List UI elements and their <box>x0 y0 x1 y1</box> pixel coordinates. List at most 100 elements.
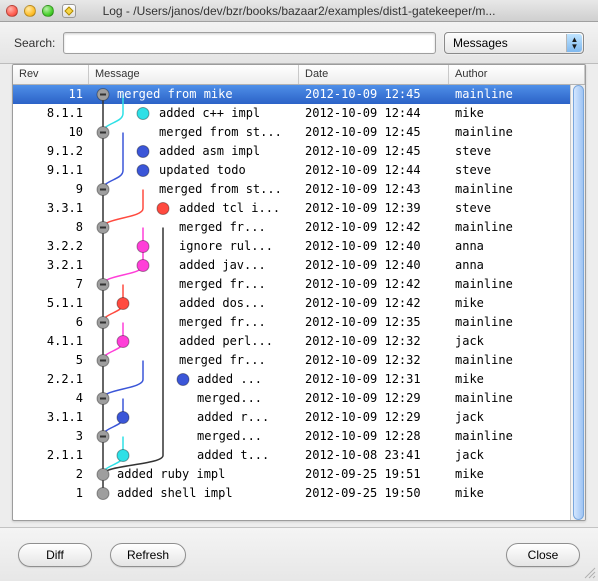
table-row[interactable]: 2.1.1added t...2012-10-08 23:41jack <box>13 446 570 465</box>
filter-selected-label: Messages <box>453 36 508 50</box>
cell-message: added jav... <box>89 256 299 275</box>
scrollbar-thumb[interactable] <box>573 85 584 520</box>
cell-rev: 8 <box>13 218 89 237</box>
cell-date: 2012-10-09 12:42 <box>299 275 449 294</box>
vertical-scrollbar[interactable] <box>570 85 585 520</box>
cell-author: mainline <box>449 351 570 370</box>
cell-date: 2012-10-09 12:44 <box>299 161 449 180</box>
message-text: added dos... <box>179 294 266 313</box>
col-date[interactable]: Date <box>299 65 449 84</box>
cell-rev: 4.1.1 <box>13 332 89 351</box>
message-text: added shell impl <box>117 484 233 503</box>
cell-author: mainline <box>449 389 570 408</box>
table-row[interactable]: 4.1.1added perl...2012-10-09 12:32jack <box>13 332 570 351</box>
cell-message: merged from st... <box>89 180 299 199</box>
cell-message: merged fr... <box>89 218 299 237</box>
cell-message: updated todo <box>89 161 299 180</box>
resize-grip-icon[interactable] <box>582 565 596 579</box>
message-text: added r... <box>197 408 269 427</box>
table-row[interactable]: 10merged from st...2012-10-09 12:45mainl… <box>13 123 570 142</box>
cell-rev: 5 <box>13 351 89 370</box>
cell-rev: 5.1.1 <box>13 294 89 313</box>
table-row[interactable]: 1added shell impl2012-09-25 19:50mike <box>13 484 570 503</box>
cell-message: added asm impl <box>89 142 299 161</box>
cell-rev: 6 <box>13 313 89 332</box>
cell-date: 2012-10-09 12:32 <box>299 332 449 351</box>
table-row[interactable]: 3.3.1added tcl i...2012-10-09 12:39steve <box>13 199 570 218</box>
close-window-icon[interactable] <box>6 5 18 17</box>
table-row[interactable]: 3.2.2ignore rul...2012-10-09 12:40anna <box>13 237 570 256</box>
cell-author: steve <box>449 161 570 180</box>
table-row[interactable]: 3.1.1added r...2012-10-09 12:29jack <box>13 408 570 427</box>
cell-message: merged fr... <box>89 275 299 294</box>
titlebar: Log - /Users/janos/dev/bzr/books/bazaar2… <box>0 0 598 22</box>
filter-dropdown[interactable]: Messages ▲▼ <box>444 32 584 54</box>
message-text: merged from mike <box>117 85 233 104</box>
table-row[interactable]: 3merged...2012-10-09 12:28mainline <box>13 427 570 446</box>
cell-author: steve <box>449 142 570 161</box>
log-table: Rev Message Date Author 11merged from mi… <box>12 64 586 521</box>
cell-message: added t... <box>89 446 299 465</box>
message-text: updated todo <box>159 161 246 180</box>
cell-date: 2012-10-08 23:41 <box>299 446 449 465</box>
table-row[interactable]: 5merged fr...2012-10-09 12:32mainline <box>13 351 570 370</box>
message-text: added ruby impl <box>117 465 225 484</box>
cell-rev: 1 <box>13 484 89 503</box>
table-row[interactable]: 11merged from mike2012-10-09 12:45mainli… <box>13 85 570 104</box>
message-text: added tcl i... <box>179 199 280 218</box>
col-author[interactable]: Author <box>449 65 585 84</box>
table-row[interactable]: 5.1.1added dos...2012-10-09 12:42mike <box>13 294 570 313</box>
cell-rev: 3.1.1 <box>13 408 89 427</box>
table-row[interactable]: 8merged fr...2012-10-09 12:42mainline <box>13 218 570 237</box>
search-input[interactable] <box>63 32 436 54</box>
table-row[interactable]: 7merged fr...2012-10-09 12:42mainline <box>13 275 570 294</box>
diff-button[interactable]: Diff <box>18 543 92 567</box>
cell-message: added ... <box>89 370 299 389</box>
table-row[interactable]: 4merged...2012-10-09 12:29mainline <box>13 389 570 408</box>
cell-date: 2012-10-09 12:45 <box>299 142 449 161</box>
dropdown-arrows-icon: ▲▼ <box>566 34 582 52</box>
message-text: added jav... <box>179 256 266 275</box>
table-row[interactable]: 9.1.2added asm impl2012-10-09 12:45steve <box>13 142 570 161</box>
col-rev[interactable]: Rev <box>13 65 89 84</box>
table-row[interactable]: 2.2.1added ...2012-10-09 12:31mike <box>13 370 570 389</box>
cell-date: 2012-10-09 12:40 <box>299 237 449 256</box>
refresh-button[interactable]: Refresh <box>110 543 186 567</box>
close-button[interactable]: Close <box>506 543 580 567</box>
table-row[interactable]: 9.1.1updated todo2012-10-09 12:44steve <box>13 161 570 180</box>
cell-message: added dos... <box>89 294 299 313</box>
table-row[interactable]: 8.1.1added c++ impl2012-10-09 12:44mike <box>13 104 570 123</box>
cell-rev: 3.3.1 <box>13 199 89 218</box>
cell-date: 2012-10-09 12:44 <box>299 104 449 123</box>
cell-date: 2012-10-09 12:32 <box>299 351 449 370</box>
zoom-window-icon[interactable] <box>42 5 54 17</box>
message-text: added perl... <box>179 332 273 351</box>
cell-author: anna <box>449 256 570 275</box>
col-message[interactable]: Message <box>89 65 299 84</box>
cell-author: jack <box>449 446 570 465</box>
cell-author: mainline <box>449 85 570 104</box>
cell-date: 2012-10-09 12:40 <box>299 256 449 275</box>
message-text: merged from st... <box>159 180 282 199</box>
message-text: merged... <box>197 389 262 408</box>
table-row[interactable]: 3.2.1added jav...2012-10-09 12:40anna <box>13 256 570 275</box>
cell-message: merged from st... <box>89 123 299 142</box>
footer: Diff Refresh Close <box>0 527 598 581</box>
table-row[interactable]: 2added ruby impl2012-09-25 19:51mike <box>13 465 570 484</box>
table-row[interactable]: 9merged from st...2012-10-09 12:43mainli… <box>13 180 570 199</box>
cell-message: added shell impl <box>89 484 299 503</box>
cell-author: mike <box>449 484 570 503</box>
cell-date: 2012-10-09 12:43 <box>299 180 449 199</box>
cell-date: 2012-10-09 12:45 <box>299 123 449 142</box>
cell-rev: 2.2.1 <box>13 370 89 389</box>
cell-author: mike <box>449 104 570 123</box>
search-toolbar: Search: Messages ▲▼ <box>0 22 598 64</box>
cell-message: merged fr... <box>89 351 299 370</box>
cell-message: merged fr... <box>89 313 299 332</box>
minimize-window-icon[interactable] <box>24 5 36 17</box>
cell-author: mike <box>449 465 570 484</box>
column-headers: Rev Message Date Author <box>13 65 585 85</box>
message-text: added t... <box>197 446 269 465</box>
cell-date: 2012-10-09 12:42 <box>299 294 449 313</box>
table-row[interactable]: 6merged fr...2012-10-09 12:35mainline <box>13 313 570 332</box>
